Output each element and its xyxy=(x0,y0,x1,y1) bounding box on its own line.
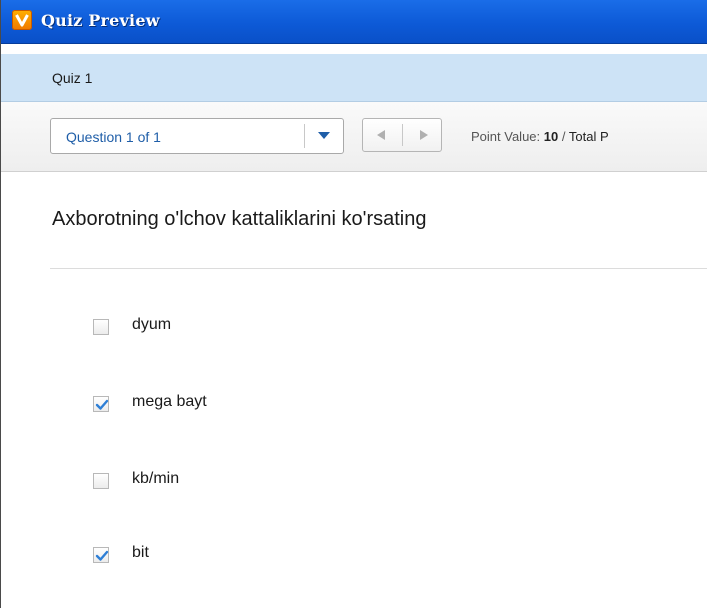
option-checkbox[interactable] xyxy=(93,396,109,412)
option-label: bit xyxy=(132,544,149,561)
option-label: dyum xyxy=(132,316,172,333)
question-text: Axborotning o'lchov kattaliklarini ko'rs… xyxy=(52,208,427,230)
answer-option[interactable]: dyum xyxy=(93,316,493,340)
triangle-right-icon xyxy=(420,130,428,140)
question-selector-label: Question 1 of 1 xyxy=(66,129,161,145)
answer-option[interactable]: kb/min xyxy=(93,470,493,494)
question-divider xyxy=(50,268,707,269)
quiz-app-icon xyxy=(12,10,32,30)
triangle-left-icon xyxy=(377,130,385,140)
option-label: mega bayt xyxy=(132,393,207,410)
previous-question-button[interactable] xyxy=(363,119,402,151)
title-bar: Quiz Preview xyxy=(1,0,707,44)
chevron-down-icon[interactable] xyxy=(305,119,343,153)
quiz-preview-window: Quiz Preview Quiz 1 Question 1 of 1 Poin… xyxy=(0,0,707,608)
next-question-button[interactable] xyxy=(403,119,442,151)
question-navigation xyxy=(362,118,442,152)
option-checkbox[interactable] xyxy=(93,547,109,563)
answer-option[interactable]: mega bayt xyxy=(93,393,493,417)
option-checkbox[interactable] xyxy=(93,319,109,335)
option-checkbox[interactable] xyxy=(93,473,109,489)
quiz-header-bar: Quiz 1 xyxy=(1,54,707,102)
points-separator: / xyxy=(561,129,566,144)
question-toolbar: Question 1 of 1 Point Value: 10 / Total … xyxy=(1,102,707,172)
answer-option[interactable]: bit xyxy=(93,544,493,568)
point-value: 10 xyxy=(543,129,559,144)
point-value-info: Point Value: 10 / Total P xyxy=(471,129,609,144)
checkmark-icon xyxy=(95,399,109,410)
point-value-label: Point Value: xyxy=(471,129,541,144)
quiz-name: Quiz 1 xyxy=(52,70,93,86)
option-label: kb/min xyxy=(132,470,180,487)
total-points-label: Total P xyxy=(568,129,609,144)
checkmark-icon xyxy=(95,550,109,561)
window-title: Quiz Preview xyxy=(41,11,160,30)
question-selector-dropdown[interactable]: Question 1 of 1 xyxy=(50,118,344,154)
